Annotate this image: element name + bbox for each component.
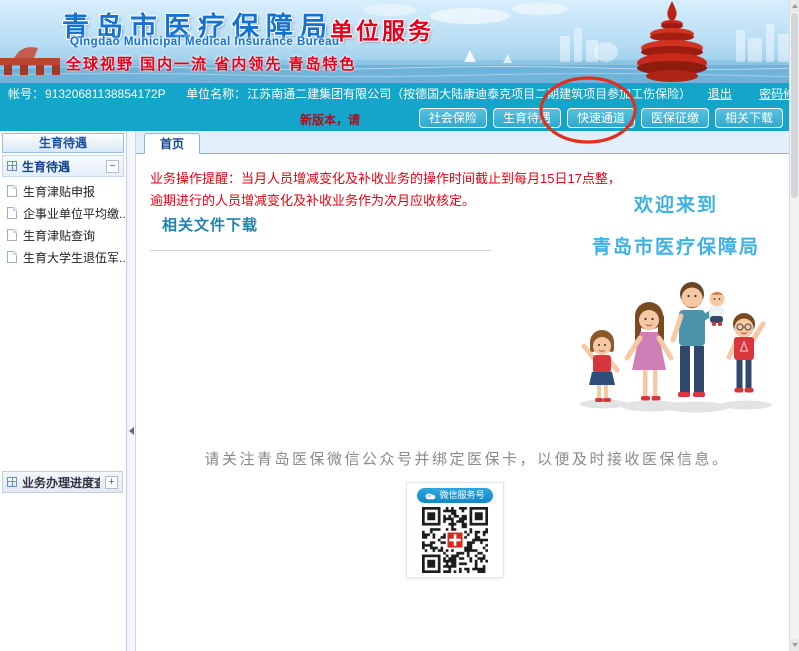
nav-tab-insurance-collection[interactable]: 医保征缴 — [640, 108, 709, 128]
grid-icon — [7, 477, 17, 487]
nav-tab-related-downloads[interactable]: 相关下载 — [714, 108, 783, 128]
wind-sculpture-graphic — [637, 1, 707, 82]
nav-tab-quick-channel[interactable]: 快速通道 — [566, 108, 635, 128]
document-icon — [7, 251, 17, 263]
menu-item-label: 生育津贴申报 — [23, 184, 96, 199]
grid-icon — [7, 161, 17, 171]
sidebar-item-student-veteran-maternity[interactable]: 生育大学生退伍军... — [0, 246, 126, 268]
wechat-cloud-icon — [425, 493, 436, 499]
page: 青岛市医疗保障局 Qingdao Municipal Medical Insur… — [0, 0, 799, 651]
sidebar-menu: 生育津贴申报 企事业单位平均缴... 生育津贴查询 生育大学生退伍军... — [0, 180, 126, 268]
nav-tab-maternity-benefits[interactable]: 生育待遇 — [492, 108, 561, 128]
sidebar-group-progress-query-wrap: 业务办理进度查询 + — [0, 469, 125, 493]
qr-code — [422, 507, 488, 573]
sidebar-panel-title: 生育待遇 — [2, 133, 124, 153]
sidebar-item-maternity-allowance-declare[interactable]: 生育津贴申报 — [0, 180, 126, 202]
service-badge: 单位服务 — [330, 18, 434, 44]
tab-home[interactable]: 首页 — [144, 133, 201, 154]
business-notice: 业务操作提醒：当月人员增减变化及补收业务的操作时间截止到每月15日17点整， 逾… — [150, 168, 621, 212]
sidebar-item-enterprise-average-payment[interactable]: 企事业单位平均缴... — [0, 202, 126, 224]
sidebar: 生育待遇 生育待遇 − 生育津贴申报 企事业单位平均缴... 生育津贴查询 生育… — [0, 131, 127, 651]
wechat-badge-label: 微信服务号 — [439, 490, 485, 500]
welcome-line-2: 青岛市医疗保障局 — [591, 237, 760, 258]
girl-figure — [581, 330, 620, 402]
content-tabstrip: 首页 — [136, 131, 798, 154]
document-icon — [7, 229, 17, 241]
content-area: 业务操作提醒：当月人员增减变化及补收业务的操作时间截止到每月15日17点整， 逾… — [136, 154, 798, 651]
welcome-block: 欢迎来到 青岛市医疗保障局 — [561, 190, 791, 259]
related-files-heading[interactable]: 相关文件下载 — [162, 214, 258, 235]
account-bar: 帐号：91320681138854172P 单位名称：江苏南通二建集团有限公司（… — [0, 83, 799, 105]
sidebar-group-title: 生育待遇 — [22, 159, 71, 174]
company-label: 单位名称： — [186, 87, 247, 101]
wechat-follow-tip: 请关注青岛医保微信公众号并绑定医保卡，以便及时接收医保信息。 — [204, 452, 730, 468]
sidebar-group-progress-query[interactable]: 业务办理进度查询 + — [2, 471, 123, 493]
notice-line-1: 业务操作提醒：当月人员增减变化及补收业务的操作时间截止到每月15日17点整， — [150, 171, 621, 186]
account-number: 91320681138854172P — [45, 87, 166, 101]
welcome-line-1: 欢迎来到 — [633, 195, 718, 216]
page-scrollbar[interactable] — [789, 0, 799, 651]
father-figure — [670, 282, 725, 397]
notice-line-2: 逾期进行的人员增减变化及补收业务作为次月应收核定。 — [150, 193, 476, 208]
version-marquee: 新版本，请 — [300, 113, 361, 127]
site-logo-subtitle: Qingdao Municipal Medical Insurance Bure… — [70, 36, 340, 48]
menu-item-label: 企事业单位平均缴... — [23, 206, 126, 221]
logout-link[interactable]: 退出 — [708, 87, 732, 101]
sidebar-item-maternity-allowance-query[interactable]: 生育津贴查询 — [0, 224, 126, 246]
divider-line — [150, 250, 491, 251]
scrollbar-down-arrow[interactable] — [790, 639, 799, 651]
slogan-text: 全球视野 国内一流 省内领先 青岛特色 — [66, 56, 357, 73]
wechat-qr-card: 微信服务号 — [406, 482, 504, 578]
expand-plus-button[interactable]: + — [105, 475, 118, 489]
company-name: 江苏南通二建集团有限公司（按德国大陆康迪泰克项目二期建筑项目参加工伤保险） — [247, 87, 692, 101]
scrollbar-up-arrow[interactable] — [790, 0, 799, 12]
sidebar-splitter[interactable] — [127, 131, 136, 651]
nav-tabs: 社会保险 生育待遇 快速通道 医保征缴 相关下载 — [418, 108, 783, 128]
nav-bar: 新版本，请 社会保险 生育待遇 快速通道 医保征缴 相关下载 — [0, 105, 799, 131]
account-label: 帐号： — [8, 87, 45, 101]
document-icon — [7, 185, 17, 197]
boy-figure — [726, 313, 766, 393]
mother-figure — [624, 302, 674, 401]
sidebar-group-maternity[interactable]: 生育待遇 − — [2, 155, 124, 177]
scrollbar-thumb[interactable] — [791, 13, 798, 198]
menu-item-label: 生育大学生退伍军... — [23, 250, 126, 265]
nav-tab-social-insurance[interactable]: 社会保险 — [418, 108, 487, 128]
header-banner: 青岛市医疗保障局 Qingdao Municipal Medical Insur… — [0, 0, 799, 83]
main-panel: 首页 业务操作提醒：当月人员增减变化及补收业务的操作时间截止到每月15日17点整… — [136, 131, 799, 651]
family-illustration — [580, 282, 772, 413]
document-icon — [7, 207, 17, 219]
body: 生育待遇 生育待遇 − 生育津贴申报 企事业单位平均缴... 生育津贴查询 生育… — [0, 131, 799, 651]
baby-figure — [709, 291, 725, 326]
splitter-collapse-arrow-icon[interactable] — [129, 427, 134, 435]
collapse-minus-button[interactable]: − — [106, 159, 119, 173]
wechat-service-badge: 微信服务号 — [417, 488, 493, 503]
sidebar-bottom-group-title: 业务办理进度查询 — [22, 475, 100, 490]
menu-item-label: 生育津贴查询 — [23, 228, 96, 243]
